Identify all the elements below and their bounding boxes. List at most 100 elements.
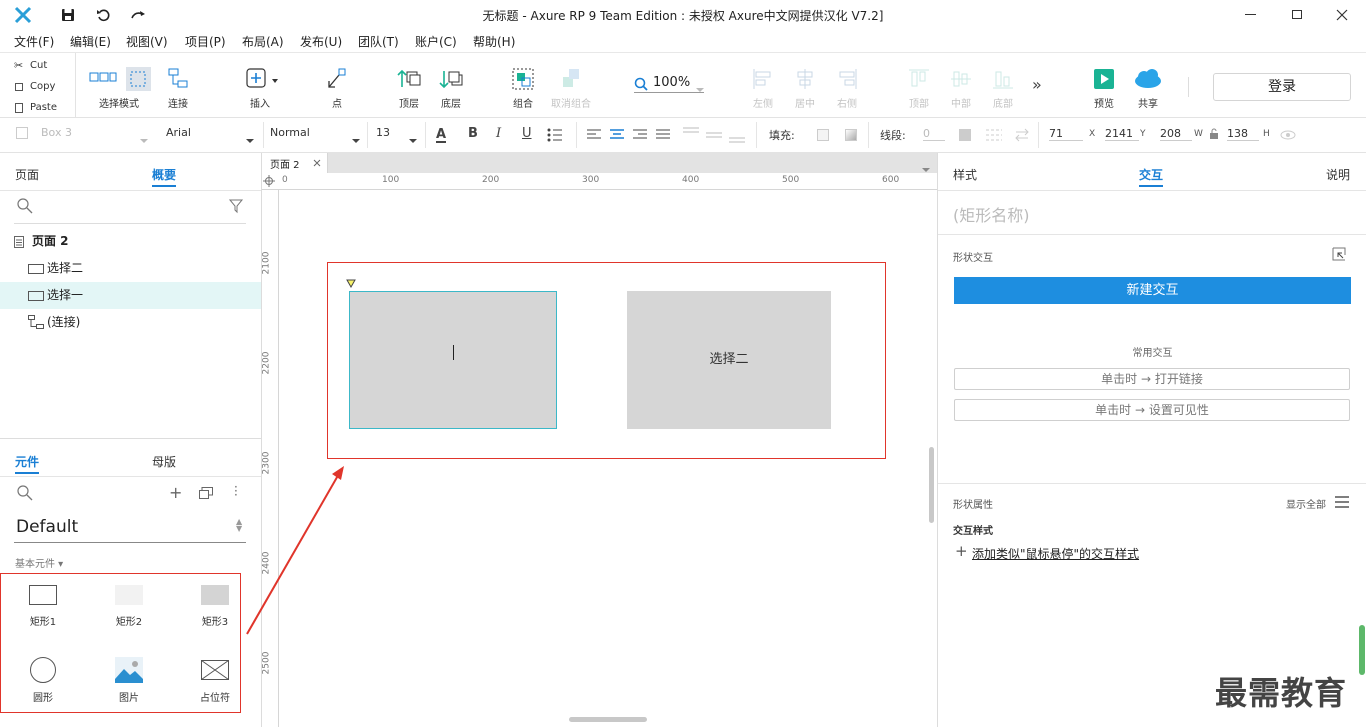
shape-name-input[interactable]: (矩形名称): [953, 202, 1030, 226]
tab-outline[interactable]: 概要: [152, 166, 177, 187]
tab-notes[interactable]: 说明: [1326, 166, 1350, 183]
align-text-center-icon[interactable]: [610, 129, 624, 141]
tree-item[interactable]: 选择二: [0, 255, 261, 282]
bold-icon[interactable]: B: [468, 126, 478, 141]
insert-button[interactable]: 插入: [240, 67, 280, 110]
arrow-style-icon[interactable]: [1014, 128, 1030, 142]
tab-widgets[interactable]: 元件: [15, 453, 40, 474]
category-label[interactable]: 基本元件 ▾: [15, 555, 63, 570]
tab-interactions[interactable]: 交互: [1139, 166, 1164, 187]
add-library-icon[interactable]: +: [169, 483, 182, 502]
line-color-swatch[interactable]: [959, 129, 971, 141]
underline-icon[interactable]: U: [522, 126, 532, 141]
style-select[interactable]: Box 3: [16, 126, 152, 144]
library-select[interactable]: Default ▲ ▼: [14, 509, 246, 543]
minimize-icon[interactable]: [1245, 14, 1256, 15]
menu-lines-icon[interactable]: [1335, 496, 1349, 508]
onclick-open-link-button[interactable]: 单击时 → 打开链接: [954, 368, 1350, 390]
lock-ratio-icon[interactable]: [1209, 128, 1219, 140]
tree-page[interactable]: 页面 2: [0, 228, 261, 255]
fill-color-swatch[interactable]: [817, 129, 829, 141]
shape-option-two[interactable]: 选择二: [627, 291, 831, 429]
bullet-list-icon[interactable]: [547, 128, 563, 142]
copy-library-icon[interactable]: [199, 487, 213, 499]
width-input[interactable]: 208: [1160, 127, 1192, 141]
send-back-button[interactable]: 底层: [436, 67, 466, 110]
tree-item[interactable]: (连接): [0, 309, 261, 336]
zoom-select[interactable]: 100%: [634, 75, 704, 93]
ungroup-button[interactable]: 取消组合: [547, 67, 595, 110]
restore-icon[interactable]: [1292, 10, 1302, 19]
align-text-justify-icon[interactable]: [656, 129, 670, 141]
tab-page2[interactable]: 页面 2: [262, 153, 328, 173]
point-button[interactable]: 点: [322, 67, 352, 110]
line-width-input[interactable]: 0: [923, 127, 945, 141]
search-icon[interactable]: [17, 485, 33, 501]
widget-rectangle1[interactable]: 矩形1: [3, 585, 83, 628]
font-weight-select[interactable]: Normal: [270, 126, 360, 144]
widget-circle[interactable]: 圆形: [3, 657, 83, 704]
paste-button[interactable]: Paste: [0, 97, 75, 118]
group-button[interactable]: 组合: [508, 67, 538, 110]
more-tools-icon[interactable]: »: [1032, 75, 1042, 94]
widget-placeholder[interactable]: 占位符: [175, 657, 255, 704]
align-bottom-button[interactable]: 底部: [988, 67, 1018, 110]
tree-item-selected[interactable]: 选择一: [0, 282, 261, 309]
menu-publish[interactable]: 发布(U): [300, 33, 342, 50]
shape-option-one[interactable]: [349, 291, 557, 429]
line-pattern-icon[interactable]: [986, 128, 1002, 142]
login-button[interactable]: 登录: [1213, 73, 1351, 101]
valign-bottom-icon[interactable]: [729, 127, 745, 143]
menu-file[interactable]: 文件(F): [14, 33, 54, 50]
filter-icon[interactable]: [229, 198, 245, 214]
expand-dialog-icon[interactable]: [1332, 247, 1346, 261]
share-button[interactable]: 共享: [1130, 67, 1166, 110]
visibility-eye-icon[interactable]: [1280, 129, 1296, 141]
align-text-right-icon[interactable]: [633, 129, 647, 141]
search-icon[interactable]: [17, 198, 33, 214]
valign-top-icon[interactable]: [683, 127, 699, 143]
close-tab-icon[interactable]: [313, 159, 321, 167]
align-text-left-icon[interactable]: [587, 129, 601, 141]
select-mode-button[interactable]: 选择模式: [84, 67, 154, 110]
menu-edit[interactable]: 编辑(E): [70, 33, 111, 50]
font-family-select[interactable]: Arial: [166, 126, 254, 144]
bring-front-button[interactable]: 顶层: [394, 67, 424, 110]
more-vertical-icon[interactable]: · · ·: [234, 481, 238, 501]
tab-style[interactable]: 样式: [953, 166, 977, 183]
align-right-button[interactable]: 右侧: [832, 67, 862, 110]
new-interaction-button[interactable]: 新建交互: [954, 277, 1351, 304]
menu-layout[interactable]: 布局(A): [242, 33, 284, 50]
italic-icon[interactable]: I: [496, 126, 501, 141]
tab-masters[interactable]: 母版: [152, 453, 176, 470]
x-input[interactable]: 71: [1049, 127, 1083, 141]
side-scroll-indicator[interactable]: [1359, 625, 1365, 675]
fill-shadow-swatch[interactable]: [845, 129, 857, 141]
copy-button[interactable]: Copy: [0, 76, 75, 97]
widget-image[interactable]: 图片: [89, 657, 169, 704]
font-size-select[interactable]: 13: [376, 126, 418, 144]
valign-middle-icon[interactable]: [706, 127, 722, 143]
cut-button[interactable]: ✂ Cut: [0, 55, 75, 76]
onclick-set-visibility-button[interactable]: 单击时 → 设置可见性: [954, 399, 1350, 421]
menu-account[interactable]: 账户(C): [415, 33, 457, 50]
close-icon[interactable]: [1336, 9, 1348, 21]
align-top-button[interactable]: 顶部: [904, 67, 934, 110]
add-icon[interactable]: +: [955, 542, 968, 560]
menu-team[interactable]: 团队(T): [358, 33, 399, 50]
menu-help[interactable]: 帮助(H): [473, 33, 515, 50]
menu-project[interactable]: 项目(P): [185, 33, 226, 50]
show-all-link[interactable]: 显示全部: [1286, 496, 1326, 511]
connect-button[interactable]: 连接: [163, 67, 193, 110]
menu-view[interactable]: 视图(V): [126, 33, 168, 50]
tab-pages[interactable]: 页面: [15, 166, 39, 183]
y-input[interactable]: 2141: [1105, 127, 1139, 141]
horizontal-scrollbar[interactable]: [569, 717, 647, 722]
add-interaction-style-link[interactable]: 添加类似"鼠标悬停"的交互样式: [972, 545, 1139, 562]
preview-button[interactable]: 预览: [1089, 67, 1119, 110]
height-input[interactable]: 138: [1227, 127, 1259, 141]
widget-rectangle2[interactable]: 矩形2: [89, 585, 169, 628]
align-center-button[interactable]: 居中: [790, 67, 820, 110]
text-color-icon[interactable]: A: [436, 127, 446, 143]
vertical-scrollbar[interactable]: [929, 447, 934, 523]
